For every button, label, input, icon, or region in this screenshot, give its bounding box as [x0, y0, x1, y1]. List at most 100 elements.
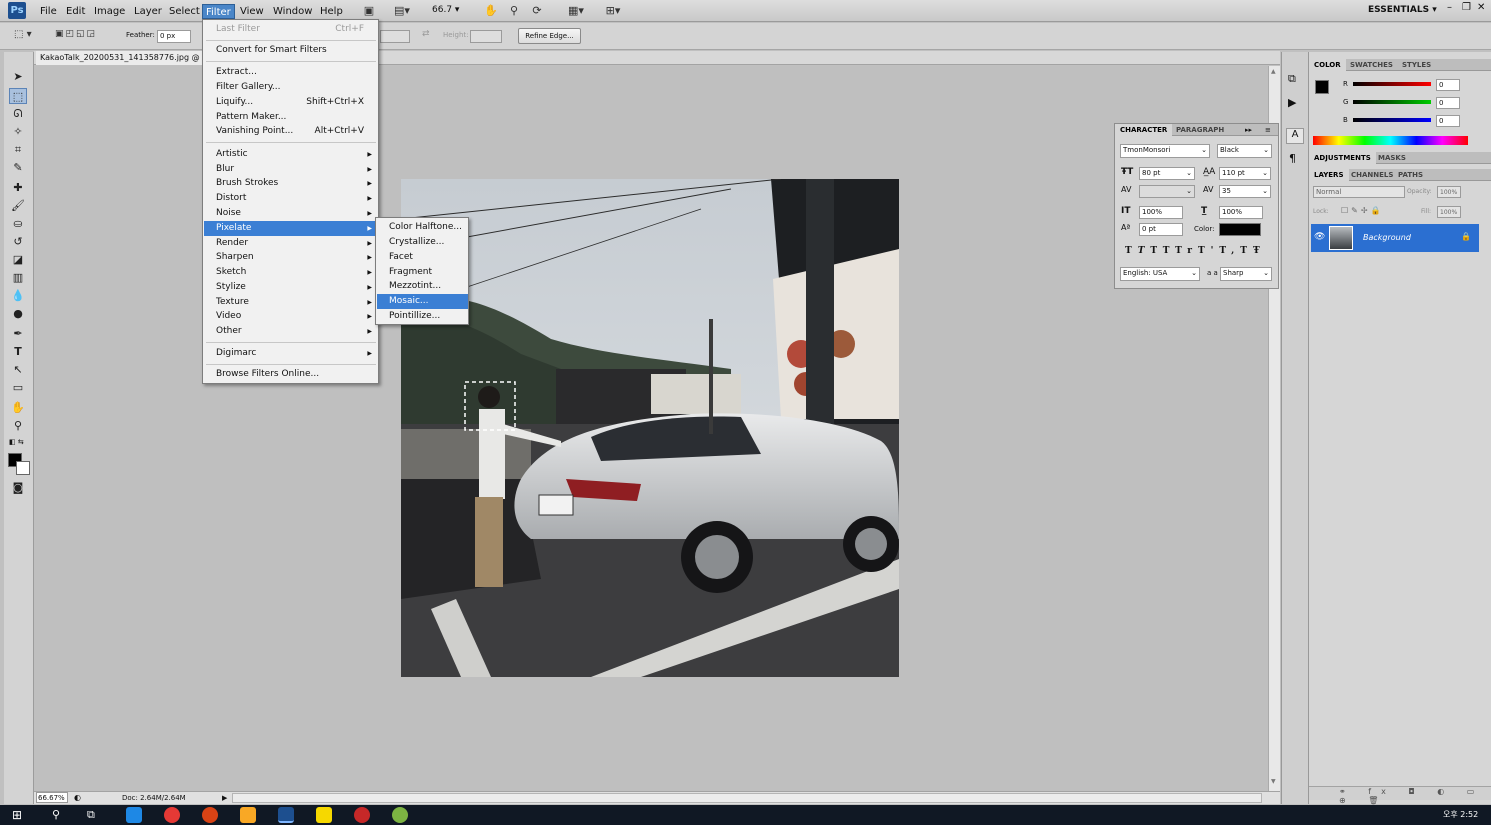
history-brush-icon[interactable]: ↺: [9, 234, 27, 250]
horizontal-scrollbar[interactable]: [232, 793, 1262, 803]
tracking-input[interactable]: 35 ⌄: [1219, 185, 1271, 198]
document-tab[interactable]: KakaoTalk_20200531_141358776.jpg @ 6: [36, 51, 213, 65]
leading-input[interactable]: 110 pt ⌄: [1219, 167, 1271, 180]
g-input[interactable]: 0: [1436, 97, 1460, 109]
blur-tool-icon[interactable]: 💧: [9, 288, 27, 304]
menu-select[interactable]: Select: [166, 4, 203, 19]
menu-item-extract[interactable]: Extract...: [204, 65, 378, 80]
width-input[interactable]: [380, 30, 410, 43]
menu-item-texture[interactable]: Texture ▶: [204, 295, 378, 310]
powerpoint-icon[interactable]: [202, 807, 218, 823]
faux-bold-button[interactable]: T: [1125, 246, 1138, 256]
text-color-swatch[interactable]: [1219, 223, 1261, 236]
document-image[interactable]: [401, 179, 899, 677]
chrome-icon[interactable]: [164, 807, 180, 823]
tab-layers[interactable]: LAYERS: [1309, 169, 1349, 181]
submenu-item-mosaic[interactable]: Mosaic...: [377, 294, 468, 309]
menu-item-digimarc[interactable]: Digimarc ▶: [204, 346, 378, 361]
layer-visibility-eye-icon[interactable]: 👁: [1314, 232, 1325, 242]
menu-item-filter-gallery[interactable]: Filter Gallery...: [204, 80, 378, 95]
tab-character[interactable]: CHARACTER: [1115, 124, 1173, 136]
menu-view[interactable]: View: [237, 4, 267, 19]
lasso-tool-icon[interactable]: ᘏ: [9, 106, 27, 122]
screen-mode-icon[interactable]: ⊞▾: [600, 3, 626, 19]
submenu-item-facet[interactable]: Facet: [377, 250, 468, 265]
menu-item-distort[interactable]: Distort ▶: [204, 191, 378, 206]
font-family-select[interactable]: TmonMonsori ⌄: [1120, 144, 1210, 158]
zoom-tool-icon[interactable]: ⚲: [505, 3, 523, 19]
bridge-icon[interactable]: ▣: [360, 3, 378, 19]
task-view-icon[interactable]: ⧉: [87, 808, 95, 822]
zoom-icon[interactable]: ⚲: [9, 418, 27, 434]
move-tool-icon[interactable]: ➤: [9, 69, 27, 85]
view-extras-icon[interactable]: ▤▾: [389, 3, 415, 19]
menu-filter[interactable]: Filter: [202, 4, 235, 19]
zoom-level-dropdown[interactable]: 66.7 ▾: [432, 5, 459, 15]
tab-paragraph[interactable]: PARAGRAPH: [1171, 124, 1229, 136]
quick-mask-icon[interactable]: ◙: [9, 480, 27, 496]
type-tool-icon[interactable]: T: [9, 344, 27, 360]
swap-icon[interactable]: ⇄: [422, 29, 430, 39]
menu-edit[interactable]: Edit: [63, 4, 88, 19]
menu-item-browse-filters-online[interactable]: Browse Filters Online...: [204, 367, 378, 382]
paragraph-panel-icon[interactable]: ¶: [1289, 152, 1296, 165]
font-style-select[interactable]: Black ⌄: [1217, 144, 1272, 158]
rotate-view-icon[interactable]: ⟳: [528, 3, 546, 19]
tab-channels[interactable]: CHANNELS: [1346, 169, 1398, 181]
workspace-switcher[interactable]: ESSENTIALS ▾: [1368, 5, 1437, 15]
menu-item-video[interactable]: Video ▶: [204, 309, 378, 324]
layers-bottom-toolbar[interactable]: ⚭ fx ◘ ◐ ▭ ⊕ 🗑: [1309, 786, 1491, 805]
submenu-item-fragment[interactable]: Fragment: [377, 265, 468, 280]
file-explorer-icon[interactable]: [240, 807, 256, 823]
default-colors-icon[interactable]: ◧ ⇆: [9, 438, 24, 446]
baseline-shift-input[interactable]: 0 pt: [1139, 223, 1183, 236]
restore-icon[interactable]: ❐: [1462, 2, 1471, 13]
pen-tool-icon[interactable]: ✒: [9, 326, 27, 342]
menu-item-liquify[interactable]: Liquify... Shift+Ctrl+X: [204, 95, 378, 110]
history-panel-icon[interactable]: ⧉: [1288, 72, 1296, 86]
antialias-select[interactable]: Sharp ⌄: [1220, 267, 1272, 281]
menu-image[interactable]: Image: [91, 4, 128, 19]
path-selection-icon[interactable]: ↖: [9, 362, 27, 378]
subscript-button[interactable]: T,: [1219, 246, 1240, 256]
submenu-item-mezzotint[interactable]: Mezzotint...: [377, 279, 468, 294]
zoom-field[interactable]: 66.67%: [36, 792, 68, 803]
character-panel-icon[interactable]: A: [1286, 128, 1304, 144]
r-slider[interactable]: [1353, 82, 1431, 86]
font-size-input[interactable]: 80 pt ⌄: [1139, 167, 1195, 180]
horizontal-scale-input[interactable]: 100%: [1219, 206, 1263, 219]
menu-item-vanishing-point[interactable]: Vanishing Point... Alt+Ctrl+V: [204, 124, 378, 139]
menu-item-sketch[interactable]: Sketch ▶: [204, 265, 378, 280]
menu-item-blur[interactable]: Blur ▶: [204, 162, 378, 177]
refine-edge-button[interactable]: Refine Edge...: [518, 28, 581, 44]
layer-row-background[interactable]: 👁 Background 🔒: [1311, 224, 1479, 252]
b-slider[interactable]: [1353, 118, 1431, 122]
menu-item-render[interactable]: Render ▶: [204, 236, 378, 251]
g-slider[interactable]: [1353, 100, 1431, 104]
height-input[interactable]: [470, 30, 502, 43]
color-spectrum-ramp[interactable]: [1313, 136, 1468, 145]
vertical-scale-input[interactable]: 100%: [1139, 206, 1183, 219]
hand-icon[interactable]: ✋: [9, 400, 27, 416]
menu-file[interactable]: File: [37, 4, 60, 19]
opacity-input[interactable]: 100%: [1437, 186, 1461, 198]
menu-item-noise[interactable]: Noise ▶: [204, 206, 378, 221]
menu-item-other[interactable]: Other ▶: [204, 324, 378, 339]
menu-item-stylize[interactable]: Stylize ▶: [204, 280, 378, 295]
b-input[interactable]: 0: [1436, 115, 1460, 127]
menu-item-sharpen[interactable]: Sharpen ▶: [204, 250, 378, 265]
menu-window[interactable]: Window: [270, 4, 315, 19]
feather-input[interactable]: 0 px: [157, 30, 191, 43]
search-icon[interactable]: ⚲: [52, 808, 60, 821]
gradient-icon[interactable]: ▥: [9, 270, 27, 286]
lock-icons[interactable]: ☐✎✢🔒: [1341, 206, 1384, 215]
eraser-icon[interactable]: ◪: [9, 252, 27, 268]
submenu-item-pointillize[interactable]: Pointillize...: [377, 309, 468, 324]
magic-wand-icon[interactable]: ✧: [9, 124, 27, 140]
marquee-tool-icon[interactable]: ⬚: [9, 88, 27, 104]
brush-tool-icon[interactable]: 🖌: [9, 198, 27, 214]
menu-item-pixelate[interactable]: Pixelate ▶: [204, 221, 378, 236]
menu-item-pattern-maker[interactable]: Pattern Maker...: [204, 110, 378, 125]
healing-brush-icon[interactable]: ✚: [9, 180, 27, 196]
color-foreground-swatch[interactable]: [1315, 80, 1329, 94]
